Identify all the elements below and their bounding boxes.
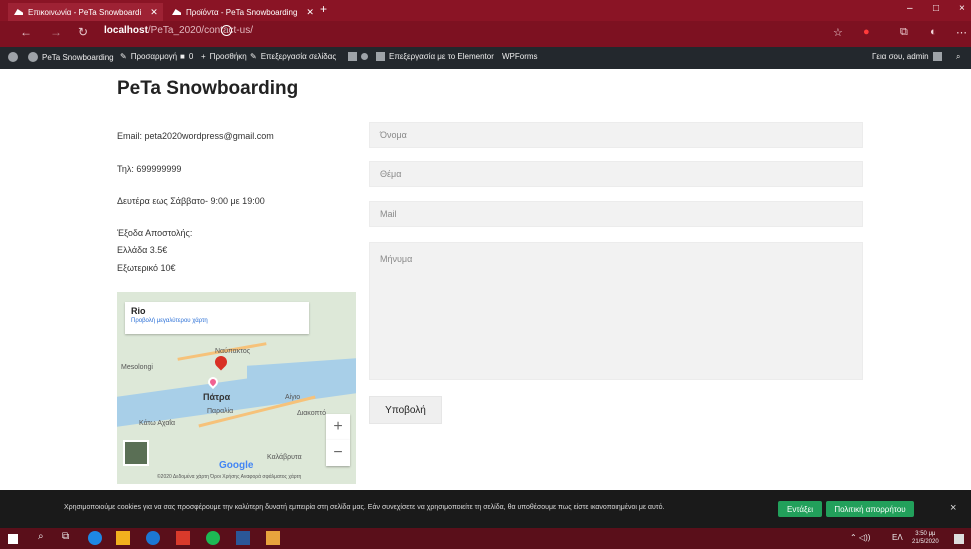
browser-nav-bar: ← → ↻ i localhost/PeTa_2020/contact-us/ … xyxy=(0,21,971,47)
contact-email: Email: peta2020wordpress@gmail.com xyxy=(117,131,274,141)
message-field[interactable]: Μήνυμα xyxy=(369,242,863,380)
tab-close-icon[interactable]: ✕ xyxy=(150,7,158,18)
zoom-in-button[interactable]: + xyxy=(326,414,350,440)
photos-icon[interactable] xyxy=(266,531,280,545)
onedrive-icon[interactable] xyxy=(146,531,160,545)
submit-button[interactable]: Υποβολή xyxy=(369,396,442,424)
shipping-abroad: Εξωτερικό 10€ xyxy=(117,263,176,273)
brush-icon: ✎ xyxy=(120,52,127,61)
google-logo: Google xyxy=(219,460,254,471)
snowboard-favicon-icon xyxy=(14,9,23,15)
tab-title: Προϊόντα - PeTa Snowboarding xyxy=(186,7,298,17)
status-dot-icon xyxy=(361,53,368,60)
tab-contact[interactable]: Επικοινωνία - PeTa Snowboardi ✕ xyxy=(8,3,163,21)
zoom-out-button[interactable]: − xyxy=(326,440,350,466)
plus-icon: + xyxy=(201,52,206,61)
comment-icon: ■ xyxy=(180,52,185,61)
opening-hours: Δευτέρα εως Σάββατο- 9:00 με 19:00 xyxy=(117,196,265,206)
search-icon[interactable]: ⌕ xyxy=(956,52,960,62)
larger-map-link[interactable]: Προβολή μεγαλύτερου χάρτη xyxy=(131,318,303,324)
task-view-icon[interactable]: ⧉ xyxy=(62,531,69,542)
address-bar[interactable]: i localhost/PeTa_2020/contact-us/ xyxy=(104,25,253,36)
close-window-button[interactable]: × xyxy=(959,3,965,14)
shipping-title: Έξοδα Αποστολής: xyxy=(117,228,193,238)
contact-phone: Τηλ: 699999999 xyxy=(117,164,182,174)
elementor-icon xyxy=(376,52,385,61)
notifications-icon[interactable] xyxy=(954,534,964,544)
edge-icon[interactable] xyxy=(88,531,102,545)
more-menu-icon[interactable]: ⋯ xyxy=(956,26,967,39)
pdf-icon[interactable] xyxy=(176,531,190,545)
google-map[interactable]: Rio Προβολή μεγαλύτερου χάρτη Mesolongi … xyxy=(117,292,356,484)
admin-comments[interactable]: ■ 0 xyxy=(180,52,193,61)
map-city-label: Ναύπακτος xyxy=(215,348,251,355)
wp-admin-bar: PeTa Snowboarding ✎ Προσαρμογή ■ 0 + Προσθή… xyxy=(0,47,971,69)
map-city-label: Αίγιο xyxy=(285,394,301,401)
windows-start-icon[interactable] xyxy=(8,534,18,544)
refresh-icon[interactable]: ↻ xyxy=(78,25,88,39)
map-marker-icon[interactable] xyxy=(212,353,230,371)
word-icon[interactable] xyxy=(236,531,250,545)
map-footer: ©2020 Δεδομένα χάρτη Όροι Χρήσης Αναφορά… xyxy=(157,474,302,480)
url-path: /PeTa_2020/contact-us/ xyxy=(147,25,253,36)
url-host: localhost xyxy=(104,25,148,36)
site-title[interactable]: PeTa Snowboarding xyxy=(117,78,298,100)
map-place-title: Rio xyxy=(131,306,146,316)
forward-arrow-icon[interactable]: → xyxy=(50,25,62,39)
pencil-icon: ✎ xyxy=(250,52,257,61)
browser-tab-bar: Επικοινωνία - PeTa Snowboardi ✕ Προϊόντα… xyxy=(0,0,971,21)
name-field[interactable]: Όνομα xyxy=(369,122,863,148)
profile-icon[interactable]: ◐ xyxy=(930,26,937,38)
admin-new[interactable]: + Προσθήκη xyxy=(201,52,247,61)
satellite-toggle[interactable] xyxy=(123,440,149,466)
wordpress-logo-icon[interactable] xyxy=(8,52,18,62)
cookie-notice: Χρησιμοποιούμε cookies για να σας προσφέ… xyxy=(0,490,971,528)
info-icon[interactable]: i xyxy=(221,25,232,36)
tab-products[interactable]: Προϊόντα - PeTa Snowboarding ✕ xyxy=(166,3,316,21)
new-tab-button[interactable]: + xyxy=(320,2,327,16)
clock[interactable]: 3:50 μμ 21/5/2020 xyxy=(912,530,939,546)
map-city-label: Καλάβρυτα xyxy=(267,454,302,461)
back-arrow-icon[interactable]: ← xyxy=(20,25,32,39)
extension-icon[interactable]: ● xyxy=(863,26,870,38)
yoast-icon xyxy=(348,52,357,61)
admin-site-name[interactable]: PeTa Snowboarding xyxy=(28,52,114,62)
tab-close-icon[interactable]: ✕ xyxy=(306,7,314,18)
admin-edit-page[interactable]: ✎ Επεξεργασία σελίδας xyxy=(250,52,336,61)
map-city-label: Διακοπτό xyxy=(297,410,326,417)
os-taskbar: ⌕ ⧉ ⌃ ◁)) ΕΛ 3:50 μμ 21/5/2020 xyxy=(0,528,971,549)
collections-icon[interactable]: ⧉ xyxy=(900,26,908,39)
admin-yoast[interactable] xyxy=(348,52,368,61)
map-city-label: Κάτω Αχαΐα xyxy=(139,420,175,427)
star-icon[interactable]: ☆ xyxy=(833,26,843,39)
search-icon[interactable]: ⌕ xyxy=(38,531,44,542)
avatar xyxy=(932,52,942,61)
spotify-icon[interactable] xyxy=(206,531,220,545)
language-indicator[interactable]: ΕΛ xyxy=(892,533,903,542)
email-field[interactable]: Mail xyxy=(369,201,863,227)
maximize-button[interactable]: □ xyxy=(933,3,939,14)
tab-title: Επικοινωνία - PeTa Snowboardi xyxy=(28,7,142,17)
map-city-label: Πάτρα xyxy=(203,392,231,402)
admin-edit-elementor[interactable]: Επεξεργασία με το Elementor xyxy=(376,52,494,61)
subject-field[interactable]: Θέμα xyxy=(369,161,863,187)
map-city-label: Παραλία xyxy=(207,408,234,415)
admin-wpforms[interactable]: WPForms xyxy=(502,52,538,61)
admin-account[interactable]: Γεια σου, admin xyxy=(872,52,942,61)
privacy-policy-button[interactable]: Πολιτική απορρήτου xyxy=(826,501,914,517)
admin-customize[interactable]: ✎ Προσαρμογή xyxy=(120,52,177,61)
cookie-text: Χρησιμοποιούμε cookies για να σας προσφέ… xyxy=(64,504,665,511)
shipping-greece: Ελλάδα 3.5€ xyxy=(117,245,168,255)
file-explorer-icon[interactable] xyxy=(116,531,130,545)
home-icon xyxy=(28,52,38,62)
cookie-accept-button[interactable]: Εντάξει xyxy=(778,501,822,517)
minimize-button[interactable]: – xyxy=(907,3,913,14)
map-place-card: Rio Προβολή μεγαλύτερου χάρτη xyxy=(125,302,309,334)
tray-icons[interactable]: ⌃ ◁)) xyxy=(850,533,870,542)
close-icon[interactable]: × xyxy=(950,502,956,514)
map-city-label: Mesolongi xyxy=(121,364,153,371)
snowboard-favicon-icon xyxy=(172,9,181,15)
